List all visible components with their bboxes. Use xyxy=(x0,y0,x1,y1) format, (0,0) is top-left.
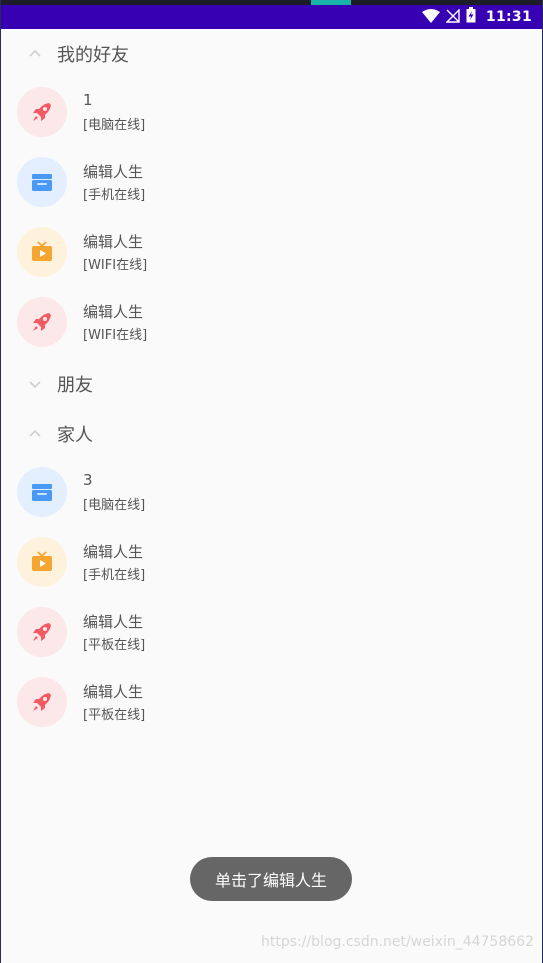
friend-list-item[interactable]: 编辑人生 [平板在线] xyxy=(1,669,542,739)
friend-list-item[interactable]: 1 [电脑在线] xyxy=(1,79,542,149)
tv-play-icon xyxy=(17,537,67,587)
friend-name: 编辑人生 xyxy=(83,233,144,251)
clapperboard-icon xyxy=(17,157,67,207)
friend-status: [平板在线] xyxy=(83,708,146,723)
tv-play-icon xyxy=(17,227,67,277)
friend-list-item[interactable]: 编辑人生 [手机在线] xyxy=(1,149,542,219)
friend-status: [手机在线] xyxy=(83,568,146,583)
friend-name: 1 xyxy=(83,91,93,109)
friend-status: [WIFI在线] xyxy=(83,328,148,343)
status-time: 11:31 xyxy=(485,9,532,25)
friend-list-item[interactable]: 3 [电脑在线] xyxy=(1,459,542,529)
chevron-up-icon xyxy=(27,46,43,62)
chevron-down-icon xyxy=(27,376,43,392)
friend-name: 编辑人生 xyxy=(83,613,144,631)
friend-status: [电脑在线] xyxy=(83,118,146,133)
clapperboard-icon xyxy=(17,467,67,517)
group-name: 家人 xyxy=(57,425,93,446)
friend-name: 3 xyxy=(83,471,93,489)
toast-message: 单击了编辑人生 xyxy=(190,857,352,901)
rocket-icon xyxy=(17,297,67,347)
friend-status: [电脑在线] xyxy=(83,498,146,513)
chevron-up-icon xyxy=(27,426,43,442)
friend-list-item[interactable]: 编辑人生 [平板在线] xyxy=(1,599,542,669)
status-bar: 11:31 xyxy=(1,5,542,29)
friend-list-item[interactable]: 编辑人生 [WIFI在线] xyxy=(1,289,542,359)
watermark: https://blog.csdn.net/weixin_44758662 xyxy=(260,934,534,950)
battery-charging-icon xyxy=(466,7,476,27)
group-header-2[interactable]: 家人 xyxy=(1,409,542,459)
rocket-icon xyxy=(17,87,67,137)
friend-list-item[interactable]: 编辑人生 [WIFI在线] xyxy=(1,219,542,289)
group-name: 我的好友 xyxy=(57,45,129,66)
expandable-friend-list[interactable]: 我的好友 1 [电脑在线] 编辑人生 [手机在线] 编辑人生 [WIFI在线] 编辑人生 [WI… xyxy=(1,29,542,739)
friend-status: [手机在线] xyxy=(83,188,146,203)
friend-name: 编辑人生 xyxy=(83,683,144,701)
group-header-1[interactable]: 朋友 xyxy=(1,359,542,409)
friend-name: 编辑人生 xyxy=(83,163,144,181)
group-name: 朋友 xyxy=(57,375,93,396)
friend-name: 编辑人生 xyxy=(83,543,144,561)
rocket-icon xyxy=(17,607,67,657)
friend-status: [WIFI在线] xyxy=(83,258,148,273)
friend-status: [平板在线] xyxy=(83,638,146,653)
friend-list-item[interactable]: 编辑人生 [手机在线] xyxy=(1,529,542,599)
no-signal-icon xyxy=(445,7,460,27)
group-header-0[interactable]: 我的好友 xyxy=(1,29,542,79)
friend-name: 编辑人生 xyxy=(83,303,144,321)
app-screen: 11:31 我的好友 1 [电脑在线] 编辑人生 [手机在线] 编辑人生 [WIFI在线] 编… xyxy=(1,0,542,963)
wifi-icon xyxy=(421,8,440,27)
status-icons: 11:31 xyxy=(421,5,532,29)
rocket-icon xyxy=(17,677,67,727)
